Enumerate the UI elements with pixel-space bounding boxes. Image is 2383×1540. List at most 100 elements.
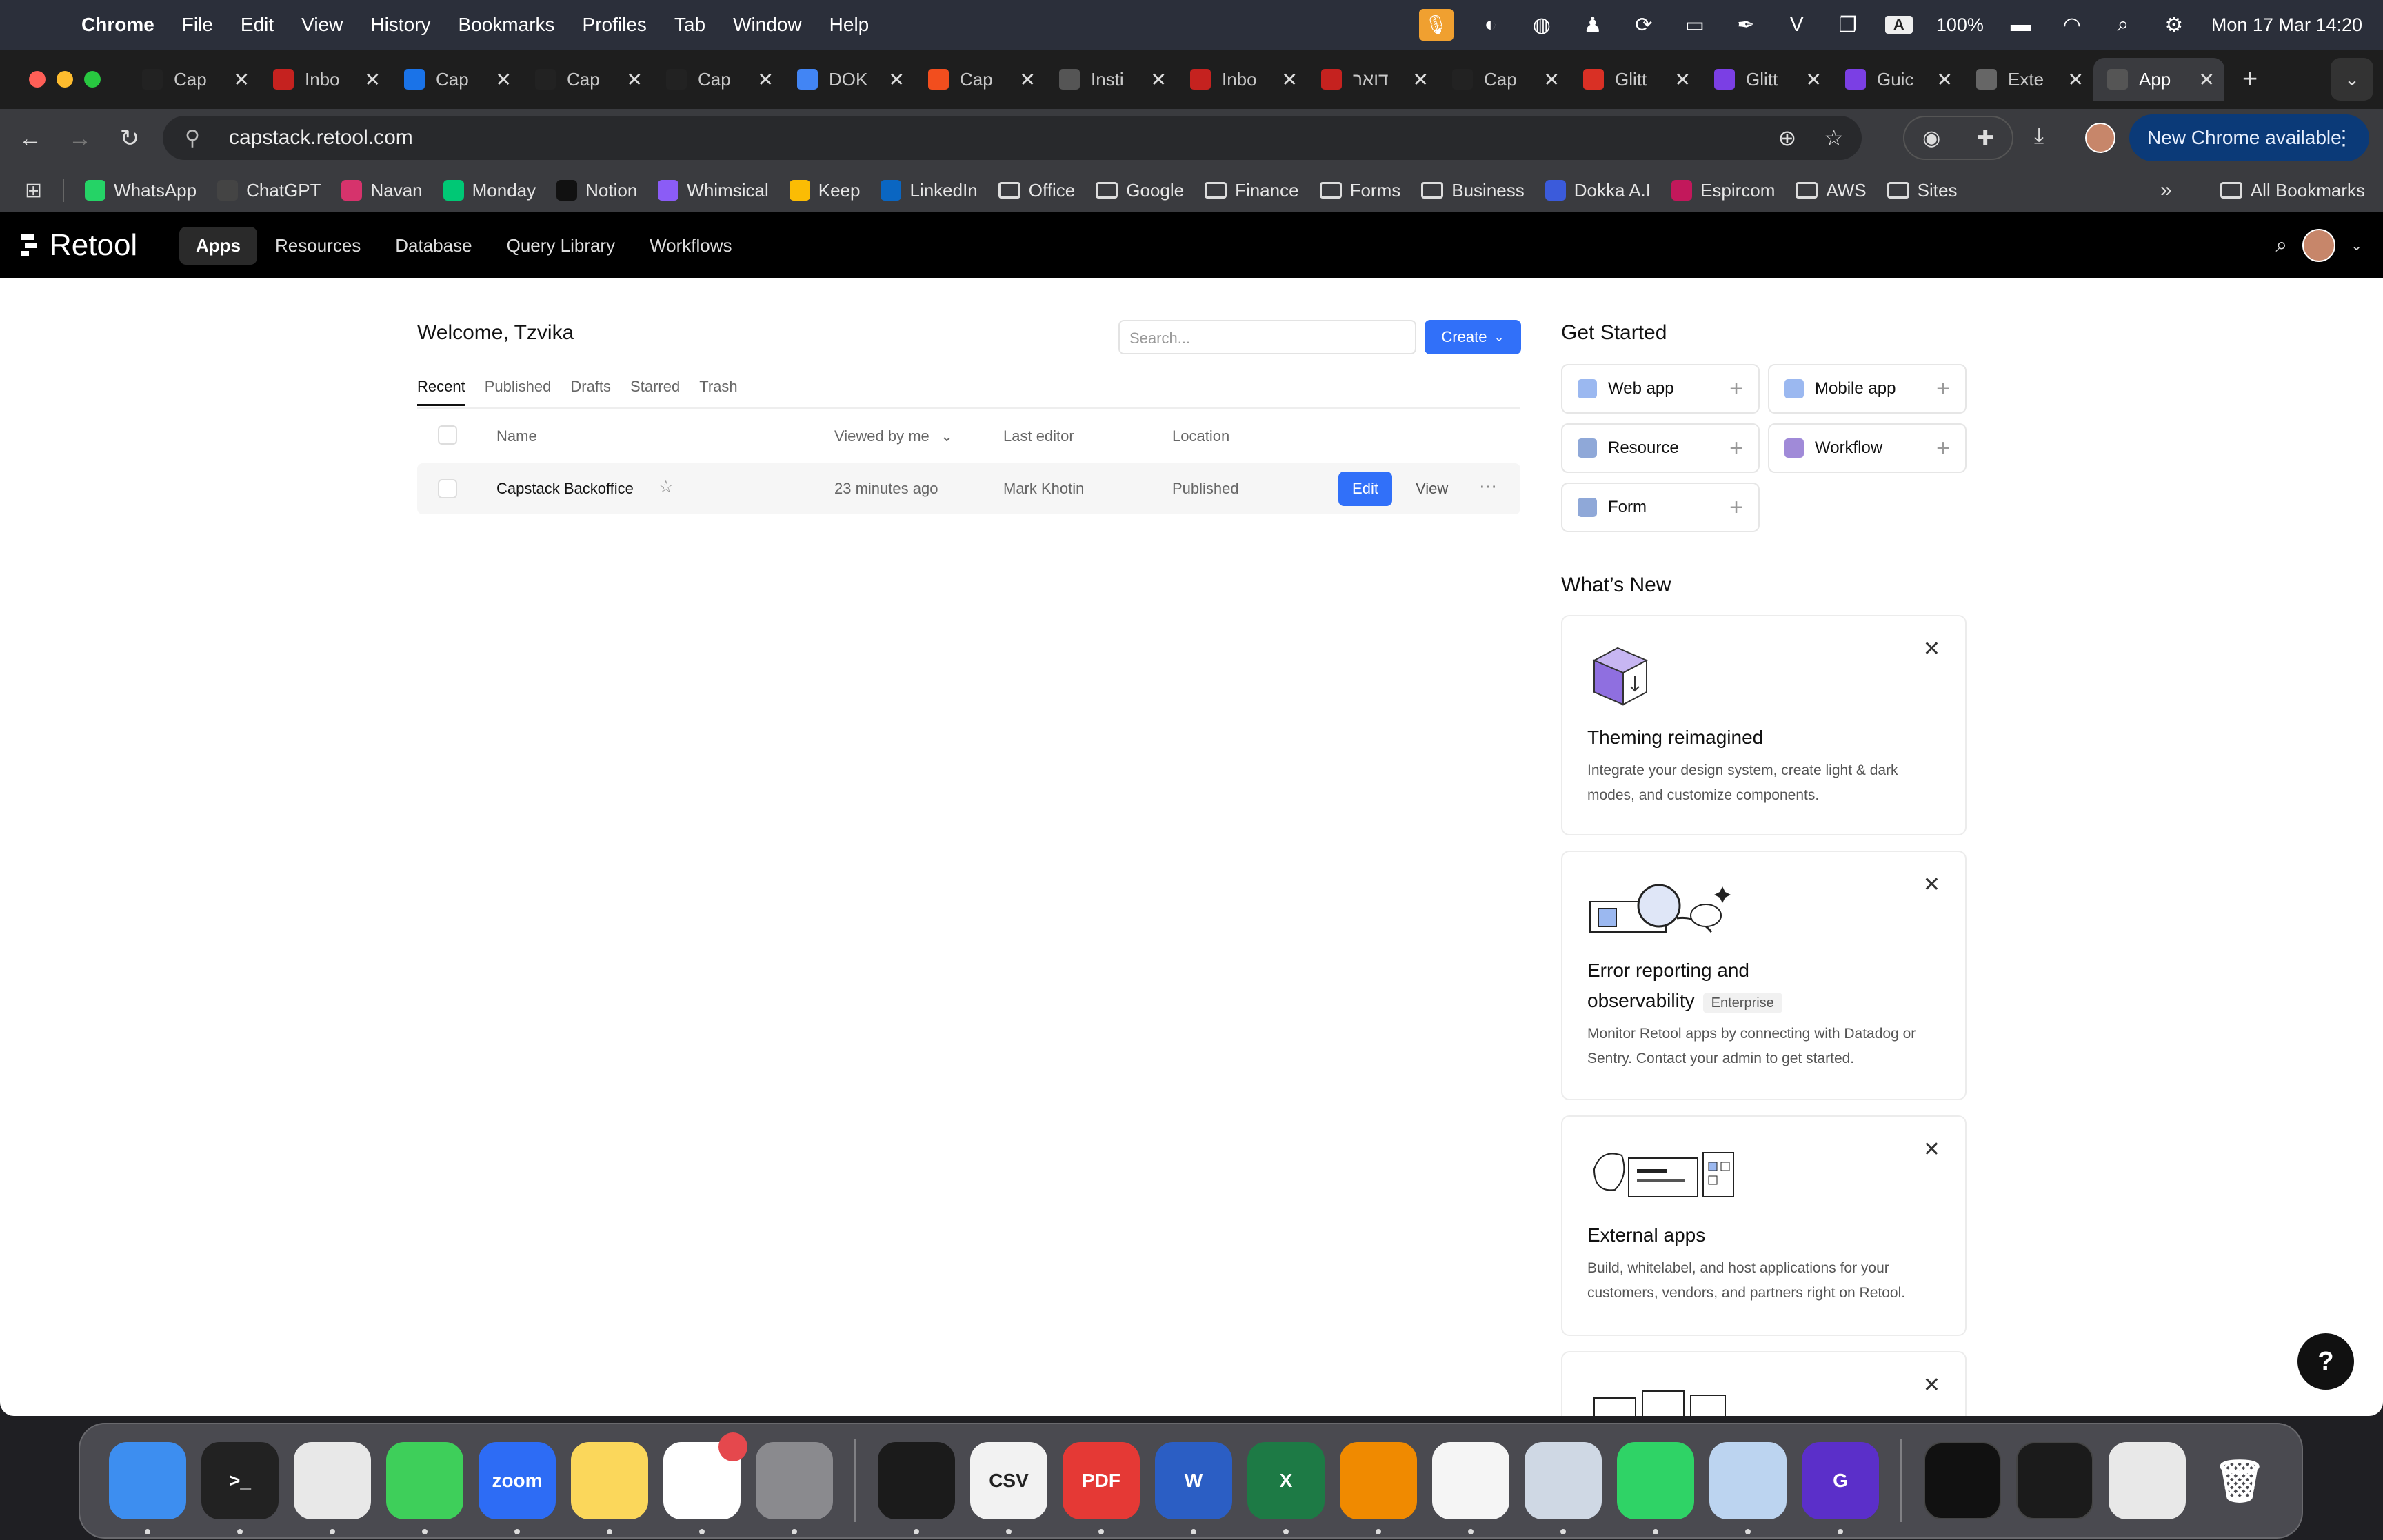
microphone-icon[interactable]: 🎙 bbox=[1418, 9, 1454, 41]
menu-history[interactable]: History bbox=[370, 14, 430, 36]
close-window-button[interactable] bbox=[29, 71, 46, 88]
bookmark-item[interactable]: Notion bbox=[556, 180, 637, 201]
status-icon[interactable]: ◐ bbox=[1477, 13, 1505, 37]
apps-grid-icon[interactable]: ⊞ bbox=[25, 179, 42, 203]
tab-search-button[interactable]: ⌄ bbox=[2331, 58, 2373, 101]
get-started-database[interactable]: Resource + bbox=[1561, 423, 1760, 473]
star-icon[interactable]: ☆ bbox=[658, 477, 674, 497]
bookmark-item[interactable]: Whimsical bbox=[658, 180, 769, 201]
control-center-icon[interactable]: ⚙ bbox=[2160, 13, 2188, 37]
close-tab-icon[interactable]: ✕ bbox=[889, 68, 905, 91]
column-name[interactable]: Name bbox=[496, 427, 537, 445]
get-started-phone[interactable]: Mobile app + bbox=[1768, 364, 1967, 414]
all-bookmarks-button[interactable]: All Bookmarks bbox=[2220, 180, 2365, 201]
terminal-icon[interactable]: >_ bbox=[201, 1442, 279, 1534]
browser-tab[interactable]: Glitt ✕ bbox=[1569, 58, 1700, 101]
datetime[interactable]: Mon 17 Mar 14:20 bbox=[2211, 14, 2362, 36]
close-tab-icon[interactable]: ✕ bbox=[1151, 68, 1167, 91]
browser-tab[interactable]: Cap ✕ bbox=[390, 58, 521, 101]
help-chat-button[interactable]: ? bbox=[2297, 1333, 2354, 1390]
tab-drafts[interactable]: Drafts bbox=[570, 378, 611, 406]
bookmark-item[interactable]: Dokka A.I bbox=[1545, 180, 1651, 201]
1password-icon[interactable] bbox=[1709, 1442, 1787, 1534]
new-tab-button[interactable]: + bbox=[2242, 65, 2258, 94]
person-icon[interactable]: ♟ bbox=[1579, 13, 1607, 37]
search-icon[interactable]: ⌕ bbox=[2275, 234, 2287, 257]
menu-bookmarks[interactable]: Bookmarks bbox=[458, 14, 554, 36]
bookmark-item[interactable]: Navan bbox=[341, 180, 423, 201]
more-menu-icon[interactable]: ⋮ bbox=[2333, 126, 2354, 150]
menu-view[interactable]: View bbox=[301, 14, 343, 36]
browser-tab[interactable]: Cap ✕ bbox=[1438, 58, 1569, 101]
csv-editor-icon[interactable]: CSV bbox=[970, 1442, 1047, 1534]
bookmark-star-icon[interactable]: ☆ bbox=[1824, 125, 1844, 151]
browser-tab[interactable]: Glitt ✕ bbox=[1700, 58, 1831, 101]
retool-logo[interactable]: Retool bbox=[21, 228, 179, 263]
plus-icon[interactable]: + bbox=[1729, 435, 1743, 462]
get-started-workflow[interactable]: Workflow + bbox=[1768, 423, 1967, 473]
chevron-down-icon[interactable]: ⌄ bbox=[2351, 237, 2362, 254]
browser-tab[interactable]: Cap ✕ bbox=[914, 58, 1045, 101]
site-info-icon[interactable]: ⚲ bbox=[175, 126, 210, 150]
nav-database[interactable]: Database bbox=[379, 227, 488, 265]
zoom-window-button[interactable] bbox=[84, 71, 101, 88]
forward-button[interactable]: → bbox=[55, 125, 105, 152]
close-tab-icon[interactable]: ✕ bbox=[1020, 68, 1036, 91]
v-app-icon[interactable]: V bbox=[1783, 13, 1811, 37]
bookmark-item[interactable]: Finance bbox=[1205, 180, 1299, 201]
finder-icon[interactable] bbox=[109, 1442, 186, 1534]
bookmark-item[interactable]: Forms bbox=[1319, 180, 1400, 201]
close-tab-icon[interactable]: ✕ bbox=[234, 68, 250, 91]
column-editor[interactable]: Last editor bbox=[1003, 427, 1074, 445]
dismiss-card-button[interactable]: ✕ bbox=[1923, 1137, 1940, 1162]
close-tab-icon[interactable]: ✕ bbox=[2068, 68, 2084, 91]
bookmark-item[interactable]: ChatGPT bbox=[217, 180, 321, 201]
close-tab-icon[interactable]: ✕ bbox=[627, 68, 643, 91]
password-extension-icon[interactable]: ◉ bbox=[1922, 126, 1940, 150]
excel-icon[interactable]: X bbox=[1247, 1442, 1325, 1534]
close-tab-icon[interactable]: ✕ bbox=[1806, 68, 1822, 91]
search-icon[interactable]: ⌕ bbox=[2109, 13, 2137, 37]
url-text[interactable]: capstack.retool.com bbox=[229, 126, 413, 150]
zoom-icon[interactable]: ⊕ bbox=[1778, 125, 1797, 151]
browser-tab[interactable]: App ✕ bbox=[2093, 58, 2224, 101]
trash-icon[interactable]: 🗑 bbox=[2201, 1442, 2278, 1519]
tab-published[interactable]: Published bbox=[485, 378, 552, 406]
nav-query-library[interactable]: Query Library bbox=[490, 227, 632, 265]
recent-window-thumbnail[interactable] bbox=[2109, 1442, 2186, 1519]
plus-icon[interactable]: + bbox=[1936, 376, 1950, 403]
vpn-icon[interactable]: ◍ bbox=[1528, 13, 1556, 37]
preview-icon[interactable] bbox=[1525, 1442, 1602, 1534]
close-tab-icon[interactable]: ✕ bbox=[1937, 68, 1953, 91]
close-tab-icon[interactable]: ✕ bbox=[496, 68, 512, 91]
bookmark-item[interactable]: Espircom bbox=[1671, 180, 1775, 201]
tab-starred[interactable]: Starred bbox=[630, 378, 680, 406]
reload-button[interactable]: ↻ bbox=[105, 125, 154, 152]
column-location[interactable]: Location bbox=[1172, 427, 1229, 445]
whatsapp-icon[interactable] bbox=[1617, 1442, 1694, 1534]
close-tab-icon[interactable]: ✕ bbox=[1675, 68, 1691, 91]
menu-help[interactable]: Help bbox=[829, 14, 869, 36]
menu-profiles[interactable]: Profiles bbox=[583, 14, 647, 36]
notes-icon[interactable] bbox=[571, 1442, 648, 1534]
close-tab-icon[interactable]: ✕ bbox=[2199, 68, 2215, 91]
close-tab-icon[interactable]: ✕ bbox=[758, 68, 774, 91]
plus-icon[interactable]: + bbox=[1729, 376, 1743, 403]
bookmark-item[interactable]: Business bbox=[1421, 180, 1525, 201]
tab-recent[interactable]: Recent bbox=[417, 378, 465, 406]
address-bar[interactable]: ⚲ capstack.retool.com ⊕ ☆ bbox=[163, 116, 1862, 160]
textedit-icon[interactable] bbox=[1432, 1442, 1509, 1534]
more-bookmarks-icon[interactable]: » bbox=[2160, 179, 2172, 202]
vlc-icon[interactable] bbox=[1340, 1442, 1417, 1534]
row-checkbox[interactable] bbox=[438, 479, 457, 498]
pdf-expert-icon[interactable]: PDF bbox=[1063, 1442, 1140, 1534]
tab-trash[interactable]: Trash bbox=[699, 378, 737, 406]
slack-icon[interactable] bbox=[663, 1432, 747, 1534]
browser-tab[interactable]: Inbo ✕ bbox=[1176, 58, 1307, 101]
browser-tab[interactable]: DOK ✕ bbox=[783, 58, 914, 101]
puzzle-icon[interactable]: ✚ bbox=[1977, 126, 1994, 150]
apps-search-input[interactable]: Search... bbox=[1118, 320, 1416, 354]
wifi-icon[interactable]: ◠ bbox=[2058, 13, 2086, 37]
glitter-icon[interactable]: G bbox=[1802, 1442, 1879, 1534]
app-name[interactable]: Capstack Backoffice bbox=[496, 480, 634, 498]
